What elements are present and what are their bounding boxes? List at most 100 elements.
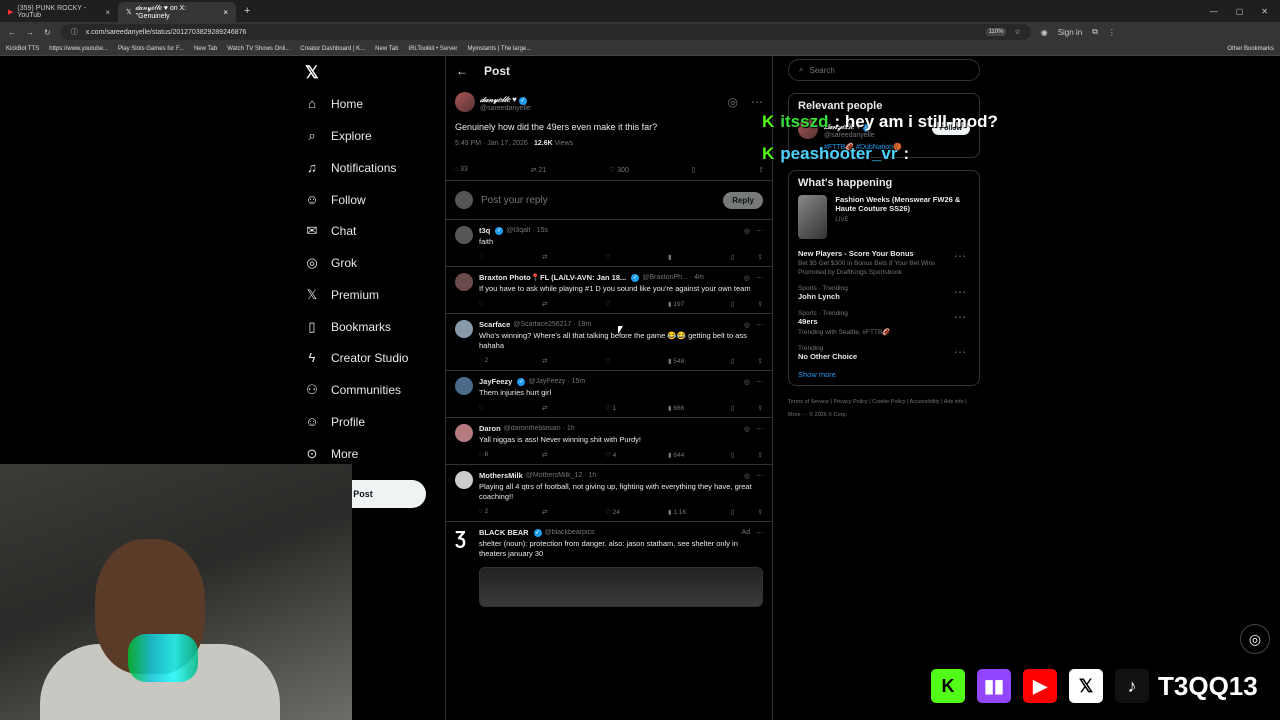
bookmark-icon[interactable]: ▯ (731, 253, 735, 261)
views-icon[interactable]: ▮ (668, 253, 708, 261)
back-arrow-icon[interactable]: ← (456, 64, 468, 78)
share-icon[interactable]: ⇪ (758, 300, 763, 308)
avatar[interactable] (455, 273, 473, 291)
share-icon[interactable]: ⇪ (758, 253, 763, 261)
profile-icon[interactable]: ◉ (1041, 28, 1048, 37)
comment-icon[interactable]: ◌ 2 (479, 357, 519, 365)
reply-item[interactable]: Braxton Photo📍FL (LA/LV-AVN: Jan 18... ✓ @… (446, 267, 772, 314)
avatar[interactable] (455, 471, 473, 489)
views-icon[interactable]: ▮ 548 (668, 357, 708, 365)
site-info-icon[interactable]: ⓘ (71, 27, 78, 37)
heart-icon[interactable]: ♡ 4 (605, 451, 645, 459)
browser-menu-icon[interactable]: ⋮ (1108, 28, 1116, 37)
nav-profile[interactable]: ☺ Profile (305, 414, 365, 429)
comment-icon[interactable]: ◌ (479, 300, 519, 308)
more-options-icon[interactable]: ⋯ (756, 378, 763, 386)
grok-icon[interactable]: ◎ (728, 95, 738, 109)
bookmark-item[interactable]: Creator Dashboard | K... (300, 46, 365, 52)
grok-icon[interactable]: ◎ (744, 274, 750, 282)
star-icon[interactable]: ☆ (1014, 28, 1020, 36)
more-options-icon[interactable]: ⋯ (954, 285, 966, 299)
heart-icon[interactable]: ♡ 24 (605, 508, 645, 516)
bookmark-icon[interactable]: ▯ (731, 404, 735, 412)
trend-item[interactable]: Trending No Other Choice ⋯ (798, 345, 970, 361)
x-logo-icon[interactable]: 𝕏 (305, 63, 319, 83)
reply-item[interactable]: MothersMilk @MothersMilk_12 · 1h ◎ ⋯ Playin… (446, 465, 772, 522)
grok-icon[interactable]: ◎ (744, 227, 750, 235)
share-icon[interactable]: ⇪ (758, 508, 763, 516)
ad-item[interactable]: Ʒ BLACK BEAR ✓ @blackbearpics Ad ⋯ shelter (… (446, 522, 772, 610)
bookmark-icon[interactable]: ▯ (731, 357, 735, 365)
repost-action[interactable]: ⇄ 21 (531, 166, 547, 174)
repost-icon[interactable]: ⇄ (542, 300, 582, 308)
close-tab-icon[interactable]: × (223, 8, 228, 17)
nav-explore[interactable]: ⌕ Explore (305, 128, 371, 144)
more-options-icon[interactable]: ⋯ (751, 95, 763, 109)
featured-event[interactable]: Fashion Weeks (Menswear FW26 & Haute Cou… (798, 195, 970, 239)
bookmark-item[interactable]: Play Slots Games for F... (118, 46, 184, 52)
new-tab-button[interactable]: + (236, 5, 258, 17)
nav-communities[interactable]: ⚇ Communities (305, 382, 401, 398)
more-options-icon[interactable]: ⋯ (954, 249, 966, 263)
ad-media[interactable] (479, 567, 763, 607)
nav-chat[interactable]: ✉ Chat (305, 223, 357, 239)
reply-author[interactable]: Braxton Photo📍FL (LA/LV-AVN: Jan 18... (479, 273, 626, 282)
heart-icon[interactable]: ♡ (605, 357, 645, 365)
more-options-icon[interactable]: ⋯ (756, 529, 763, 537)
more-options-icon[interactable]: ⋯ (756, 274, 763, 282)
bookmark-item[interactable]: New Tab (194, 46, 217, 52)
grok-icon[interactable]: ◎ (744, 472, 750, 480)
heart-icon[interactable]: ♡ 1 (605, 404, 645, 412)
nav-follow[interactable]: ☺ Follow (305, 192, 365, 207)
like-action[interactable]: ♡ 300 (609, 166, 629, 174)
reply-input[interactable] (481, 194, 716, 206)
trend-item[interactable]: New Players - Score Your Bonus Bet $5 Ge… (798, 249, 970, 276)
maximize-icon[interactable]: ▢ (1236, 7, 1244, 16)
reply-action[interactable]: ◌ 33 (454, 166, 468, 174)
grok-icon[interactable]: ◎ (744, 425, 750, 433)
close-tab-icon[interactable]: × (105, 8, 110, 17)
nav-home[interactable]: ⌂ Home (305, 96, 363, 111)
bookmark-item[interactable]: IRLToolkit • Server (408, 46, 457, 52)
share-icon[interactable]: ⇪ (758, 404, 763, 412)
reply-author[interactable]: t3q (479, 226, 490, 235)
views-icon[interactable]: ▮ 1.1K (668, 508, 708, 516)
avatar[interactable] (455, 424, 473, 442)
comment-icon[interactable]: ◌ 2 (479, 508, 519, 516)
forward-icon[interactable]: → (26, 28, 34, 37)
bookmark-icon[interactable]: ▯ (731, 451, 735, 459)
url-bar[interactable]: ⓘ x.com/sareedanyelle/status/20127038292… (60, 24, 1031, 40)
nav-creator-studio[interactable]: ϟ Creator Studio (305, 350, 409, 365)
more-options-icon[interactable]: ⋯ (954, 310, 966, 324)
bookmark-icon[interactable]: ▯ (731, 300, 735, 308)
avatar[interactable] (455, 91, 475, 112)
reply-author[interactable]: Daron (479, 424, 501, 433)
reply-author[interactable]: Scarface (479, 320, 510, 329)
bookmark-icon[interactable]: ▯ (692, 166, 696, 174)
reply-author[interactable]: BLACK BEAR (479, 528, 529, 537)
more-options-icon[interactable]: ⋯ (954, 345, 966, 359)
reply-item[interactable]: Daron @darontheblasian · 1h ◎ ⋯ Yall niggas… (446, 418, 772, 465)
more-options-icon[interactable]: ⋯ (756, 227, 763, 235)
repost-icon[interactable]: ⇄ (542, 253, 582, 261)
show-more-link[interactable]: Show more (798, 370, 970, 379)
more-options-icon[interactable]: ⋯ (756, 472, 763, 480)
reload-icon[interactable]: ↻ (44, 28, 51, 37)
nav-more[interactable]: ⊙ More (305, 446, 359, 462)
repost-icon[interactable]: ⇄ (542, 357, 582, 365)
share-icon[interactable]: ⇪ (758, 166, 764, 174)
bookmark-item[interactable]: Watch TV Shows Onli... (227, 46, 290, 52)
browser-tab-youtube[interactable]: ▶ (359) PUNK ROCKY - YouTub × (0, 2, 118, 22)
reply-button[interactable]: Reply (723, 191, 763, 209)
views-icon[interactable]: ▮ 666 (668, 404, 708, 412)
nav-grok[interactable]: ◎ Grok (305, 255, 357, 271)
share-icon[interactable]: ⇪ (758, 451, 763, 459)
author-name[interactable]: 𝒹𝒶𝓃𝓎𝑒𝓁𝓁𝑒 ♥ (480, 95, 517, 104)
repost-icon[interactable]: ⇄ (542, 404, 582, 412)
heart-icon[interactable]: ♡ (605, 300, 645, 308)
reply-item[interactable]: t3q ✓ @t3qalt · 15s ◎ ⋯ faith ◌ ⇄ ♡ ▮ ▯ ⇪ (446, 220, 772, 267)
repost-icon[interactable]: ⇄ (542, 508, 582, 516)
extensions-icon[interactable]: ⧉ (1092, 27, 1098, 37)
reply-author[interactable]: JayFeezy (479, 377, 512, 386)
nav-notifications[interactable]: ♫ Notifications (305, 160, 396, 175)
